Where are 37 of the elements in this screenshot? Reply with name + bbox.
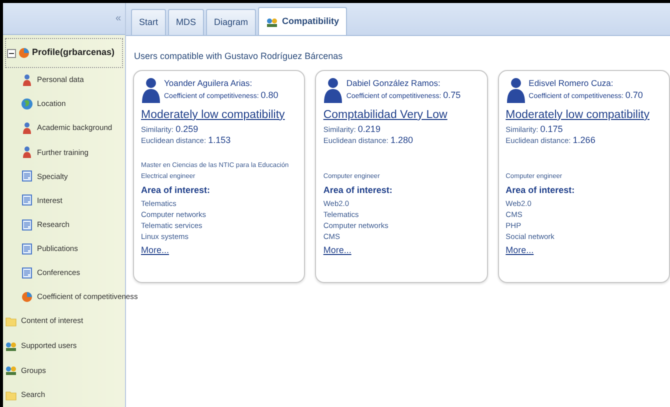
- tab[interactable]: Compatibility: [258, 7, 348, 35]
- more-link[interactable]: More...: [323, 244, 352, 257]
- person-icon: [21, 74, 33, 86]
- tab[interactable]: Diagram: [206, 9, 256, 35]
- user-avatar-icon: [323, 76, 344, 102]
- document-icon: [21, 170, 33, 182]
- person-icon: [21, 146, 33, 158]
- more-link[interactable]: More...: [141, 244, 170, 257]
- interest-label: Area of interest:: [141, 184, 212, 197]
- pie-chart-icon: [18, 47, 30, 60]
- tab[interactable]: MDS: [168, 9, 204, 35]
- document-icon: [21, 218, 33, 231]
- compatibility-link[interactable]: Comptabilidad Very Low: [323, 106, 448, 124]
- users-icon: [266, 16, 278, 28]
- document-icon: [21, 194, 33, 206]
- compatibility-link[interactable]: Moderately low compatibility: [141, 106, 285, 124]
- compatibility-link[interactable]: Moderately low compatibility: [506, 106, 650, 124]
- users-icon: [5, 364, 17, 376]
- user-avatar-icon: [506, 76, 526, 102]
- more-link[interactable]: More...: [506, 244, 534, 257]
- user-avatar-icon: [141, 76, 161, 102]
- interest-label: Area of interest:: [323, 184, 394, 197]
- interest-label: Area of interest:: [506, 184, 576, 197]
- document-icon: [21, 242, 33, 255]
- collapse-toggle-icon[interactable]: [7, 48, 16, 58]
- pie-chart-icon: [21, 290, 33, 303]
- user-name: Dabiel González Ramos:: [346, 76, 442, 90]
- document-icon: [21, 266, 33, 279]
- section-heading: Users compatible with Gustavo Rodríguez Bárcenas: [134, 50, 344, 63]
- users-icon: [5, 340, 17, 352]
- folder-icon: [5, 315, 17, 328]
- person-icon: [21, 122, 33, 134]
- user-name: Edisvel Romero Cuza:: [528, 76, 614, 90]
- tab[interactable]: Start: [131, 9, 166, 35]
- folder-icon: [5, 388, 17, 401]
- user-name: Yoander Aguilera Arias:: [164, 76, 254, 90]
- globe-icon: [21, 98, 33, 110]
